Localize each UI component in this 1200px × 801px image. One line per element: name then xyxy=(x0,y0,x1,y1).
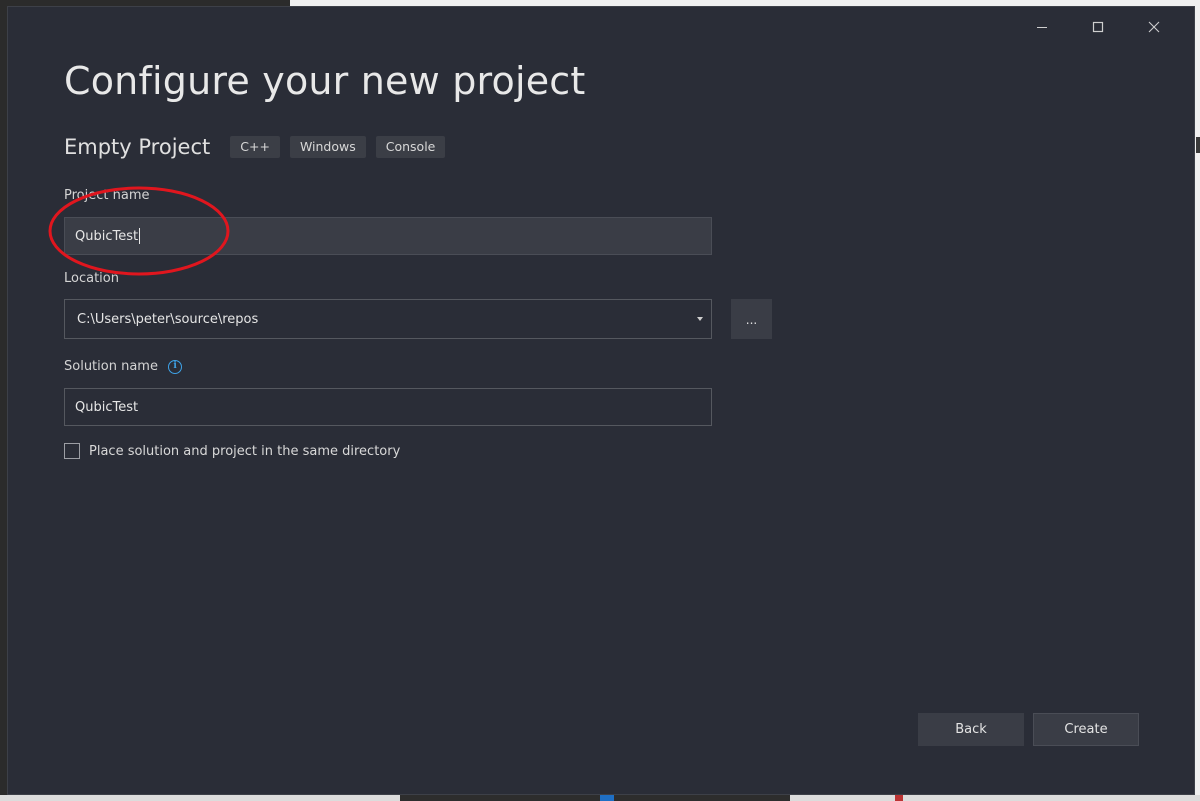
project-name-label: Project name xyxy=(64,188,150,203)
maximize-icon[interactable] xyxy=(1070,15,1126,39)
browse-location-button[interactable]: ... xyxy=(731,299,772,339)
template-name: Empty Project xyxy=(64,135,211,159)
tag-project-type: Console xyxy=(375,136,446,158)
location-combobox[interactable]: C:\Users\peter\source\repos xyxy=(64,299,712,339)
solution-name-label-row: Solution name i xyxy=(64,359,183,374)
location-label: Location xyxy=(64,271,119,286)
tag-platform: Windows xyxy=(289,136,366,158)
background-edge xyxy=(1196,137,1200,153)
back-button[interactable]: Back xyxy=(918,713,1024,746)
info-icon[interactable]: i xyxy=(168,359,183,374)
configure-project-dialog: Configure your new project Empty Project… xyxy=(7,6,1195,795)
solution-name-label: Solution name xyxy=(64,359,158,374)
chevron-down-icon[interactable] xyxy=(697,317,703,321)
tag-language: C++ xyxy=(230,136,280,158)
background-taskbar-strip xyxy=(0,795,1200,801)
solution-name-value: QubicTest xyxy=(75,399,139,415)
window-controls xyxy=(1014,15,1182,39)
minimize-icon[interactable] xyxy=(1014,15,1070,39)
project-name-value: QubicTest xyxy=(75,228,139,244)
location-value: C:\Users\peter\source\repos xyxy=(77,311,259,327)
create-button[interactable]: Create xyxy=(1033,713,1139,746)
solution-name-input[interactable]: QubicTest xyxy=(64,388,712,426)
project-name-input[interactable]: QubicTest xyxy=(64,217,712,255)
close-icon[interactable] xyxy=(1126,15,1182,39)
page-title: Configure your new project xyxy=(64,59,586,103)
same-directory-checkbox[interactable] xyxy=(64,443,80,459)
same-directory-option[interactable]: Place solution and project in the same d… xyxy=(64,443,400,459)
text-caret xyxy=(139,228,141,244)
template-summary: Empty Project C++ Windows Console xyxy=(64,135,446,159)
same-directory-label: Place solution and project in the same d… xyxy=(89,443,401,459)
